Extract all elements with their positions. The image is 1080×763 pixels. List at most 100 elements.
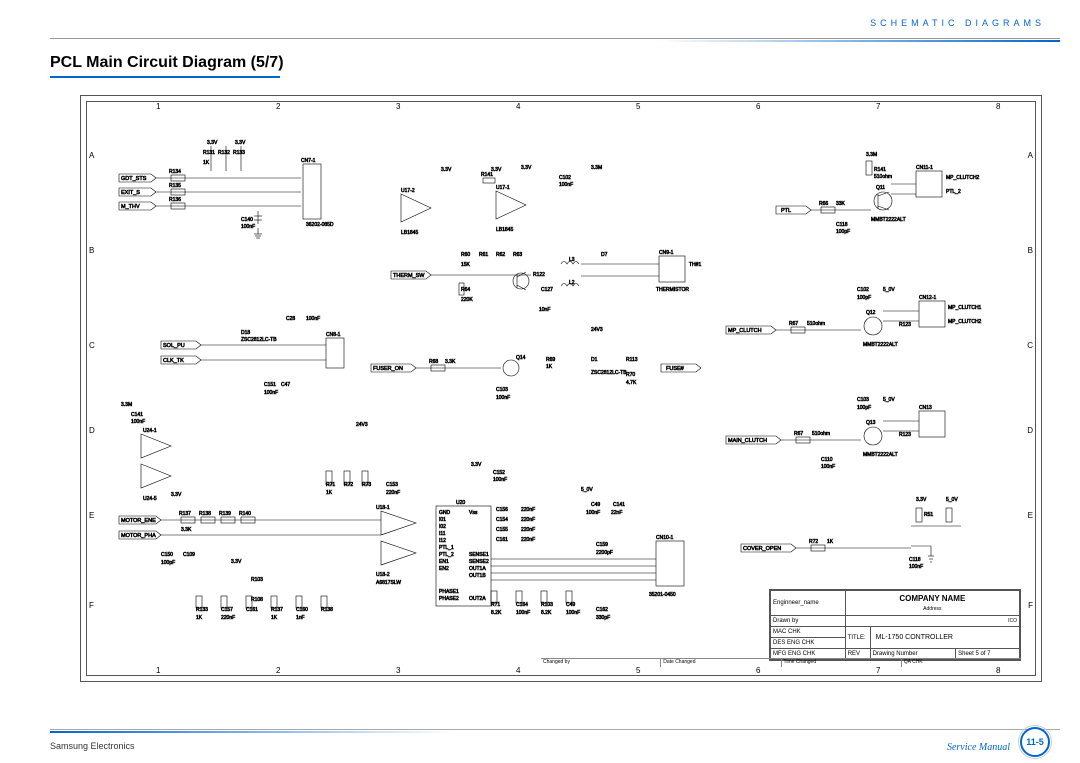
label-100nf-8: 100nF (586, 510, 600, 516)
label-c28: C28 (286, 316, 295, 322)
label-c109: C110 (821, 457, 833, 463)
grid-col-4-top: 4 (516, 102, 520, 111)
label-u24-5: U24-5 (143, 496, 157, 502)
grid-row-f-left: F (89, 601, 94, 610)
label-c110: C118 (909, 557, 921, 563)
label-510-3: 510ohm (812, 431, 830, 437)
net-th1: TH#1 (689, 262, 701, 268)
label-100pf-4: 100pF (857, 405, 871, 411)
net-main-clutch: MAIN_CLUTCH (728, 438, 767, 444)
label-100nf-4: 100nF (264, 390, 278, 396)
label-r66: R64 (461, 287, 470, 293)
label-c153: C155 (496, 527, 508, 533)
label-100nf-6: 100nF (131, 419, 145, 425)
label-r51: R51 (924, 512, 933, 518)
label-33v-9: 3.3V (916, 497, 927, 503)
tb-mac: MAC CHK (771, 627, 846, 638)
label-c152: C154 (496, 517, 508, 523)
net-motor-ene: MOTOR_ENE (121, 518, 156, 524)
label-100nf-9: 100nF (516, 610, 530, 616)
label-33v-5: 3.3V (521, 165, 532, 171)
label-c103: C103 (857, 397, 869, 403)
grid-col-2-bot: 2 (276, 666, 280, 675)
label-33v-7: 3.3V (231, 559, 242, 565)
page-title: PCL Main Circuit Diagram (5/7) (50, 54, 284, 72)
footer-manual: Service Manual (947, 742, 1010, 753)
label-r113: R70 (626, 372, 635, 378)
label-e220nf-3: 220nF (521, 527, 535, 533)
net-ptl1: MP_CLUTCH2 (946, 175, 980, 181)
label-c164: C49 (591, 502, 600, 508)
label-r126: R113 (626, 357, 638, 363)
pin-sense2: PHASE2 (439, 596, 459, 602)
label-33m-3: 3.3M (866, 152, 877, 158)
pin-i01: I01 (439, 517, 446, 523)
net-sol-pu: SOL_PU (163, 343, 185, 349)
label-d1: D1 (591, 357, 598, 363)
label-r128: R103 (251, 577, 263, 583)
label-c51: C151 (264, 382, 276, 388)
label-10k-5: 1K (271, 615, 278, 621)
label-u17-1: U17-1 (496, 185, 510, 191)
grid-col-7-top: 7 (876, 102, 880, 111)
schematic-svg: CN7-1 36202-085D 3.3V 3.3V R131 R132 R13… (101, 116, 1021, 636)
label-33v-8: 3.3V (471, 462, 482, 468)
label-33m-2: 3.3M (121, 402, 132, 408)
label-33v-6: 3.3V (171, 492, 182, 498)
label-q12: Q12 (866, 310, 876, 316)
label-r67: R66 (819, 201, 828, 207)
label-q14: Q14 (516, 355, 526, 361)
label-cn12: CN12-1 (919, 295, 936, 301)
grid-col-4-bot: 4 (516, 666, 520, 675)
label-r106: R68 (429, 359, 438, 365)
grid-row-b-right: B (1028, 246, 1033, 255)
label-330pf: 330pF (596, 615, 610, 621)
net-motor-pha: MOTOR_PHA (121, 533, 156, 539)
label-33m-1: 3.3M (591, 165, 602, 171)
tb-address: Address (923, 606, 941, 612)
title-block: Enginneer_name COMPANY NAME Address Draw… (769, 589, 1021, 661)
label-r60: R67 (789, 321, 798, 327)
label-c47: C47 (281, 382, 290, 388)
net-fuser-on: FUSER_ON (373, 366, 403, 372)
page-number-badge: 11-5 (1020, 727, 1050, 757)
tb-drawing-title: ML-1750 CONTROLLER (870, 627, 1019, 649)
label-r138: R138 (199, 511, 211, 517)
pin-mode: OUT2A (469, 596, 486, 602)
tb-changed-by: Changed by (541, 659, 661, 667)
label-100pf-3: 100pF (857, 295, 871, 301)
label-r133: R133 (233, 150, 245, 156)
grid-col-6-top: 6 (756, 102, 760, 111)
tb-company: COMPANY NAME (899, 594, 965, 603)
pin-i12: I12 (439, 538, 446, 544)
grid-row-e-right: E (1028, 511, 1033, 520)
label-c118: C118 (836, 222, 848, 228)
label-r139: R139 (219, 511, 231, 517)
label-r72-b: R72 (809, 539, 818, 545)
label-33v-2: 3.3V (235, 140, 246, 146)
label-c102-2: C102 (857, 287, 869, 293)
label-510ohm: 510ohm (874, 174, 892, 180)
grid-col-8-top: 8 (996, 102, 1000, 111)
net-exit-s: EXIT_S (121, 190, 140, 196)
pin-out1a: SENSE1 (469, 552, 489, 558)
tb-engineer: Enginneer_name (771, 591, 846, 616)
label-mmbd914t1-2: ZSC2812LC-TB (591, 370, 627, 376)
label-100nf-10: 100nF (566, 610, 580, 616)
pin-out2b: OUT1B (469, 573, 486, 579)
label-r135: R135 (169, 183, 181, 189)
label-mmbt2222-3: MMBT2222ALT (863, 452, 898, 458)
label-r137: R137 (179, 511, 191, 517)
label-c127: C127 (541, 287, 553, 293)
net-fuse: FUSE# (666, 366, 685, 372)
label-e220nf-1: 220nF (521, 507, 535, 513)
net-clk-tk: CLK_TK (163, 358, 184, 364)
label-r140: R140 (239, 511, 251, 517)
label-q11: Q11 (876, 185, 885, 191)
label-r63-b: R141 (874, 167, 886, 173)
label-10nf-1: 10nF (539, 307, 550, 313)
label-r68: R60 (461, 252, 470, 258)
pin-i11: I11 (439, 531, 446, 537)
label-5v-2: 24V3 (356, 422, 368, 428)
label-lb1845: A6817SLW (376, 580, 401, 586)
